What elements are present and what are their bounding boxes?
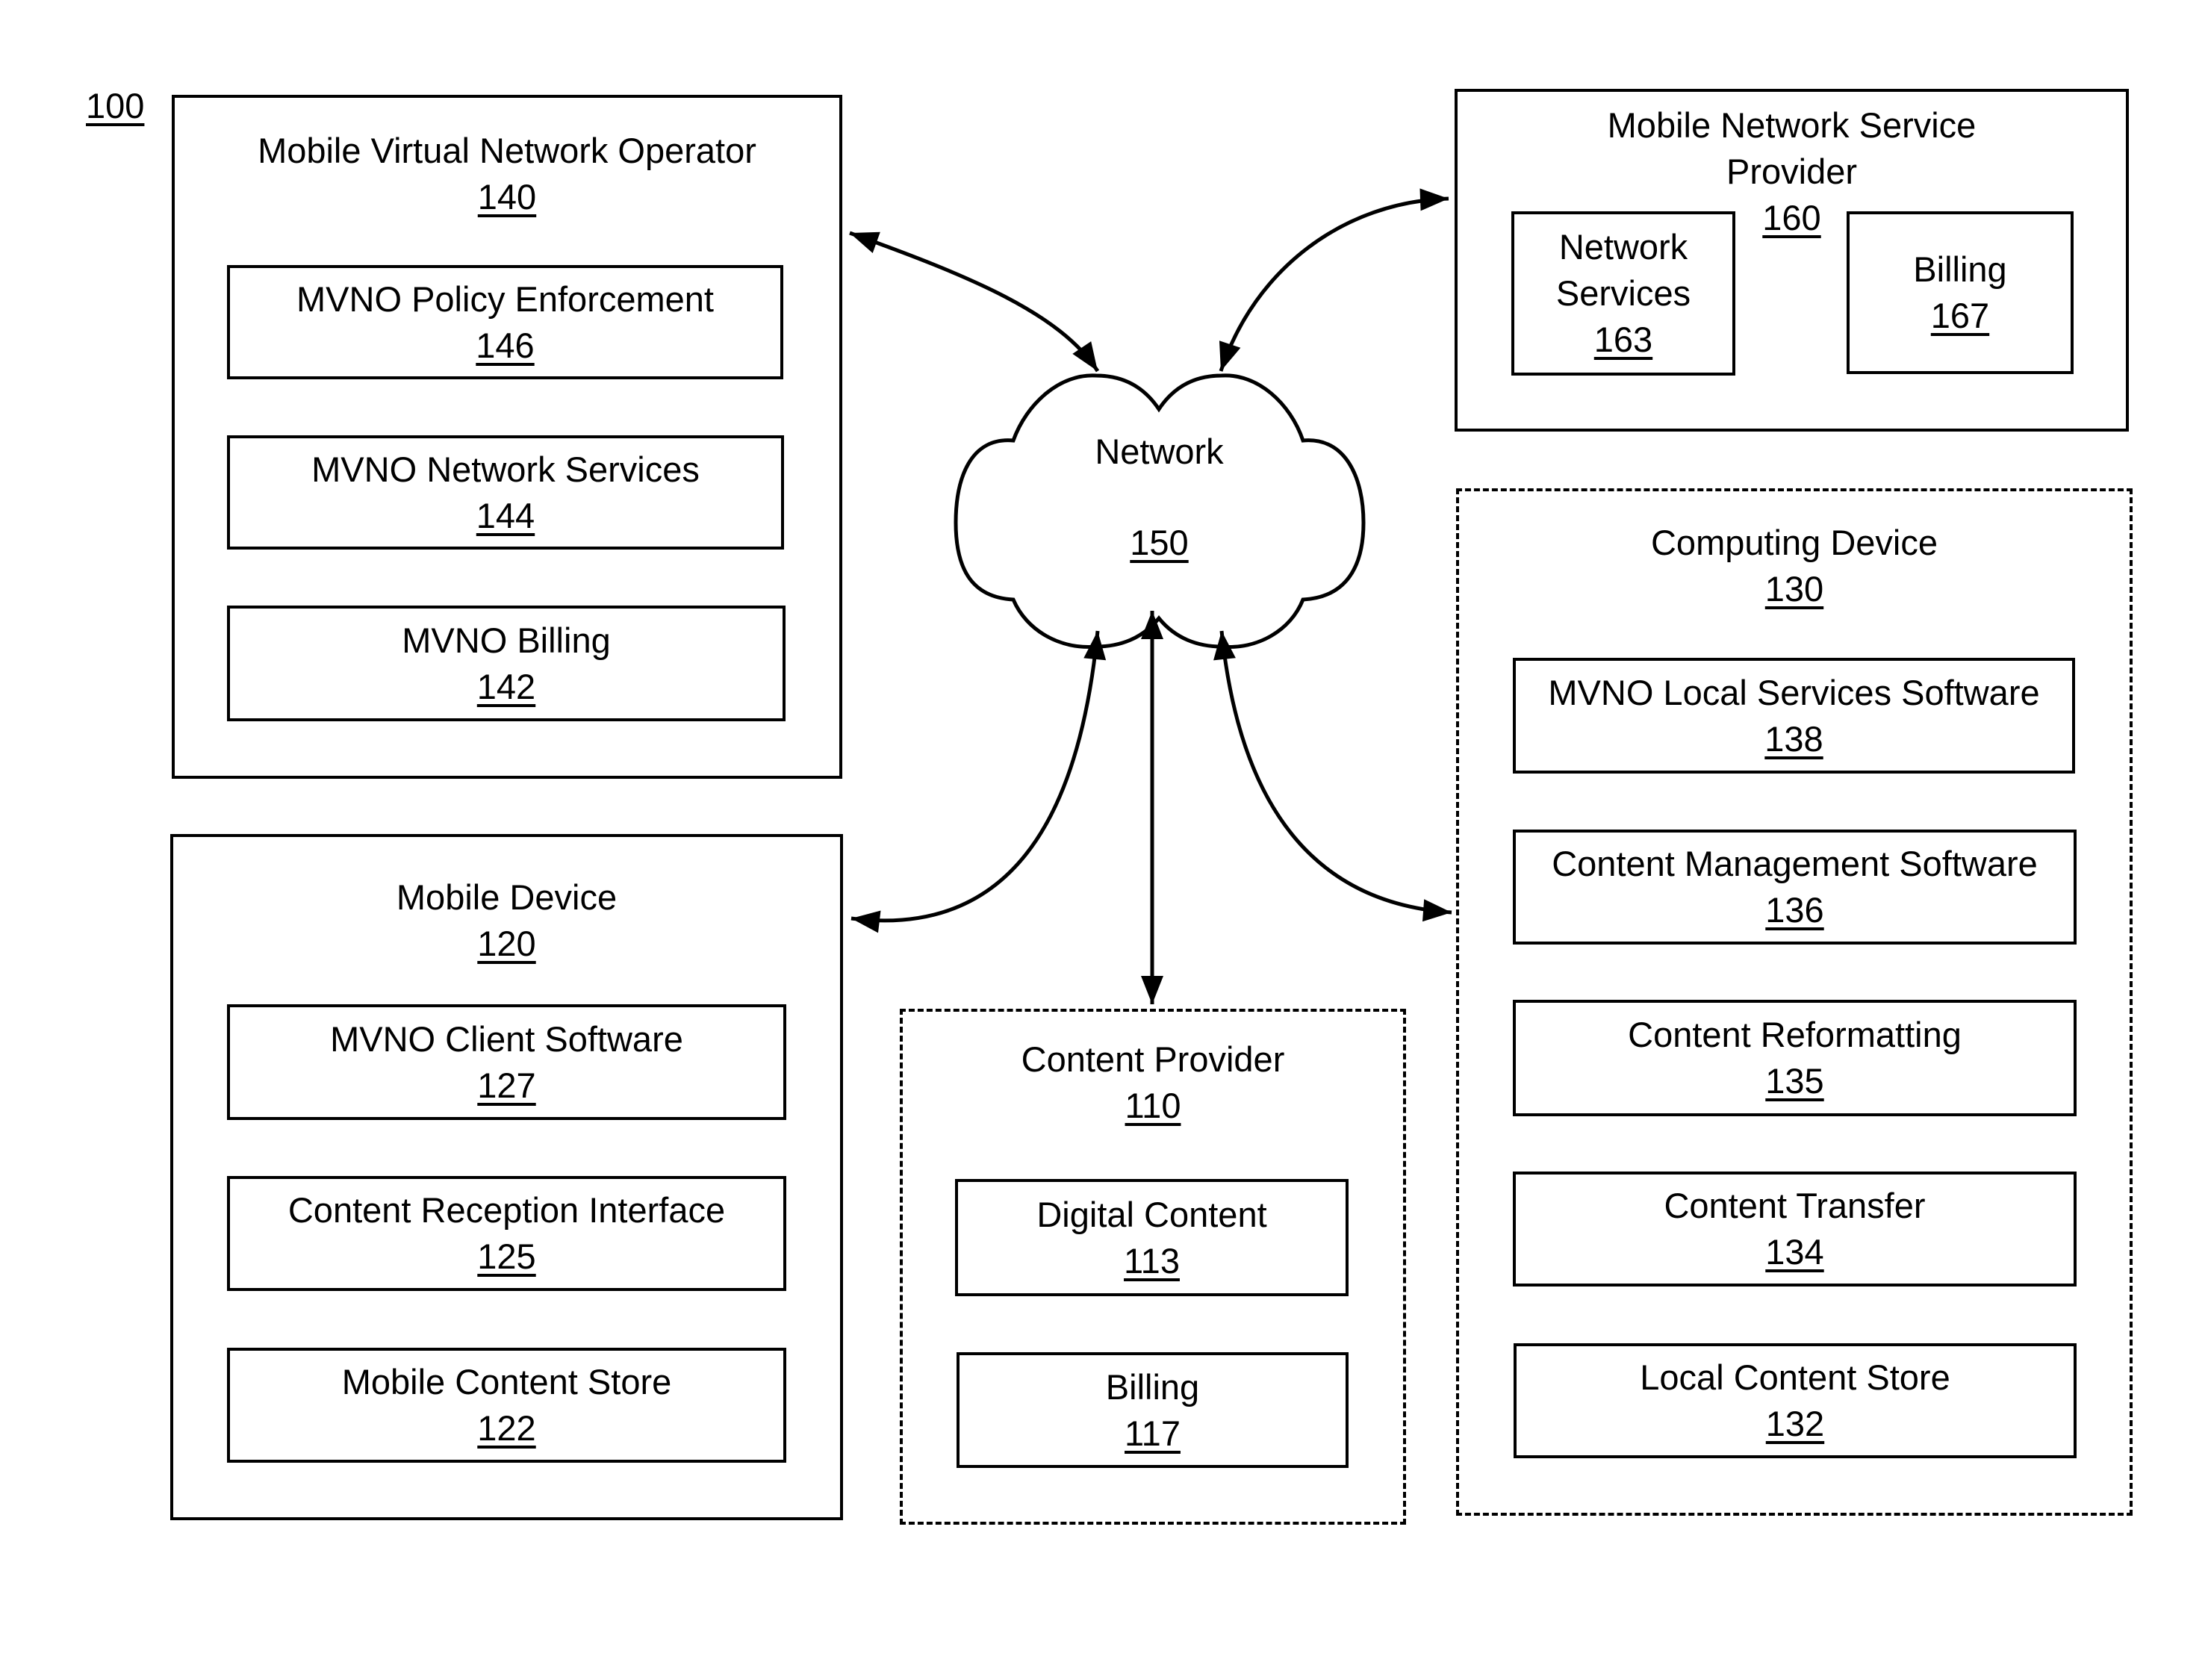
computing-device-ref: 130 [1764,569,1824,609]
component-label-line1: Network [1558,227,1688,267]
arrowhead [1422,899,1452,922]
mvno-title: Mobile Virtual Network Operator [258,131,756,170]
component-ref: 122 [477,1408,536,1448]
mvno-policy-enforcement-box[interactable]: MVNO Policy Enforcement 146 [227,265,783,379]
network-label-group: Network 150 [1030,429,1288,565]
connector-network-mobile-device[interactable] [850,630,1100,923]
network-label: Network [1095,432,1224,471]
component-ref: 136 [1765,890,1824,930]
component-label-line2: Services [1555,273,1691,313]
content-reception-interface-box[interactable]: Content Reception Interface 125 [227,1176,786,1291]
arrowhead [850,231,880,253]
mnsp-billing-box[interactable]: Billing 167 [1847,211,2074,374]
component-ref: 134 [1765,1232,1824,1272]
component-ref: 146 [476,325,535,365]
content-provider-title: Content Provider [1021,1039,1285,1079]
mobile-device-title: Mobile Device [396,877,618,917]
component-label: Content Reception Interface [287,1190,726,1230]
component-ref: 167 [1930,296,1990,335]
mvno-local-services-software-box[interactable]: MVNO Local Services Software 138 [1513,658,2075,774]
connector-network-computing-device[interactable] [1219,630,1452,915]
component-label: MVNO Billing [402,620,611,660]
mnsp-network-services-box[interactable]: Network Services 163 [1511,211,1735,376]
mnsp-title-line1: Mobile Network Service [1607,105,1977,145]
content-provider-billing-box[interactable]: Billing 117 [957,1352,1349,1468]
component-label: MVNO Network Services [311,449,700,489]
connector-network-mvno[interactable] [849,231,1100,373]
arrowhead [1219,340,1241,371]
component-ref: 127 [477,1065,536,1105]
computing-device-title: Computing Device [1650,523,1938,562]
mnsp-title-line2: Provider [1726,152,1857,191]
mobile-device-ref: 120 [477,924,536,963]
component-ref: 125 [477,1236,536,1276]
mvno-billing-box[interactable]: MVNO Billing 142 [227,606,786,721]
mvno-client-software-box[interactable]: MVNO Client Software 127 [227,1004,786,1120]
component-label: Billing [1105,1366,1200,1407]
component-label: Content Reformatting [1628,1015,1962,1054]
arrowhead [1419,188,1449,211]
component-label: MVNO Client Software [330,1018,683,1059]
component-label: Digital Content [1036,1194,1267,1234]
arrowhead [1141,611,1163,639]
component-label: MVNO Local Services Software [1548,672,2040,712]
arrowhead [851,910,881,933]
component-ref: 132 [1765,1404,1825,1443]
component-label: MVNO Policy Enforcement [296,279,714,319]
component-ref: 113 [1124,1240,1180,1281]
component-ref: 163 [1593,320,1653,359]
component-label: Mobile Content Store [341,1362,672,1401]
component-ref: 142 [476,666,536,706]
component-ref: 138 [1764,718,1823,759]
connector-network-mnsp[interactable] [1219,196,1449,372]
component-label: Content Management Software [1552,844,2038,883]
arrowhead [1141,976,1163,1004]
digital-content-box[interactable]: Digital Content 113 [955,1179,1349,1296]
component-ref: 135 [1765,1061,1824,1101]
content-management-software-box[interactable]: Content Management Software 136 [1513,830,2077,945]
local-content-store-box[interactable]: Local Content Store 132 [1514,1343,2077,1458]
mvno-network-services-box[interactable]: MVNO Network Services 144 [227,435,784,550]
mobile-content-store-box[interactable]: Mobile Content Store 122 [227,1348,786,1463]
content-provider-ref: 110 [1125,1086,1181,1125]
component-label: Local Content Store [1640,1357,1950,1397]
network-ref: 150 [1130,523,1189,562]
component-label: Content Transfer [1664,1186,1926,1225]
mvno-ref: 140 [477,177,537,217]
content-transfer-box[interactable]: Content Transfer 134 [1513,1172,2077,1287]
component-ref: 117 [1125,1413,1181,1453]
component-ref: 144 [476,495,535,535]
content-reformatting-box[interactable]: Content Reformatting 135 [1513,1000,2077,1116]
component-label: Billing [1913,249,2007,289]
